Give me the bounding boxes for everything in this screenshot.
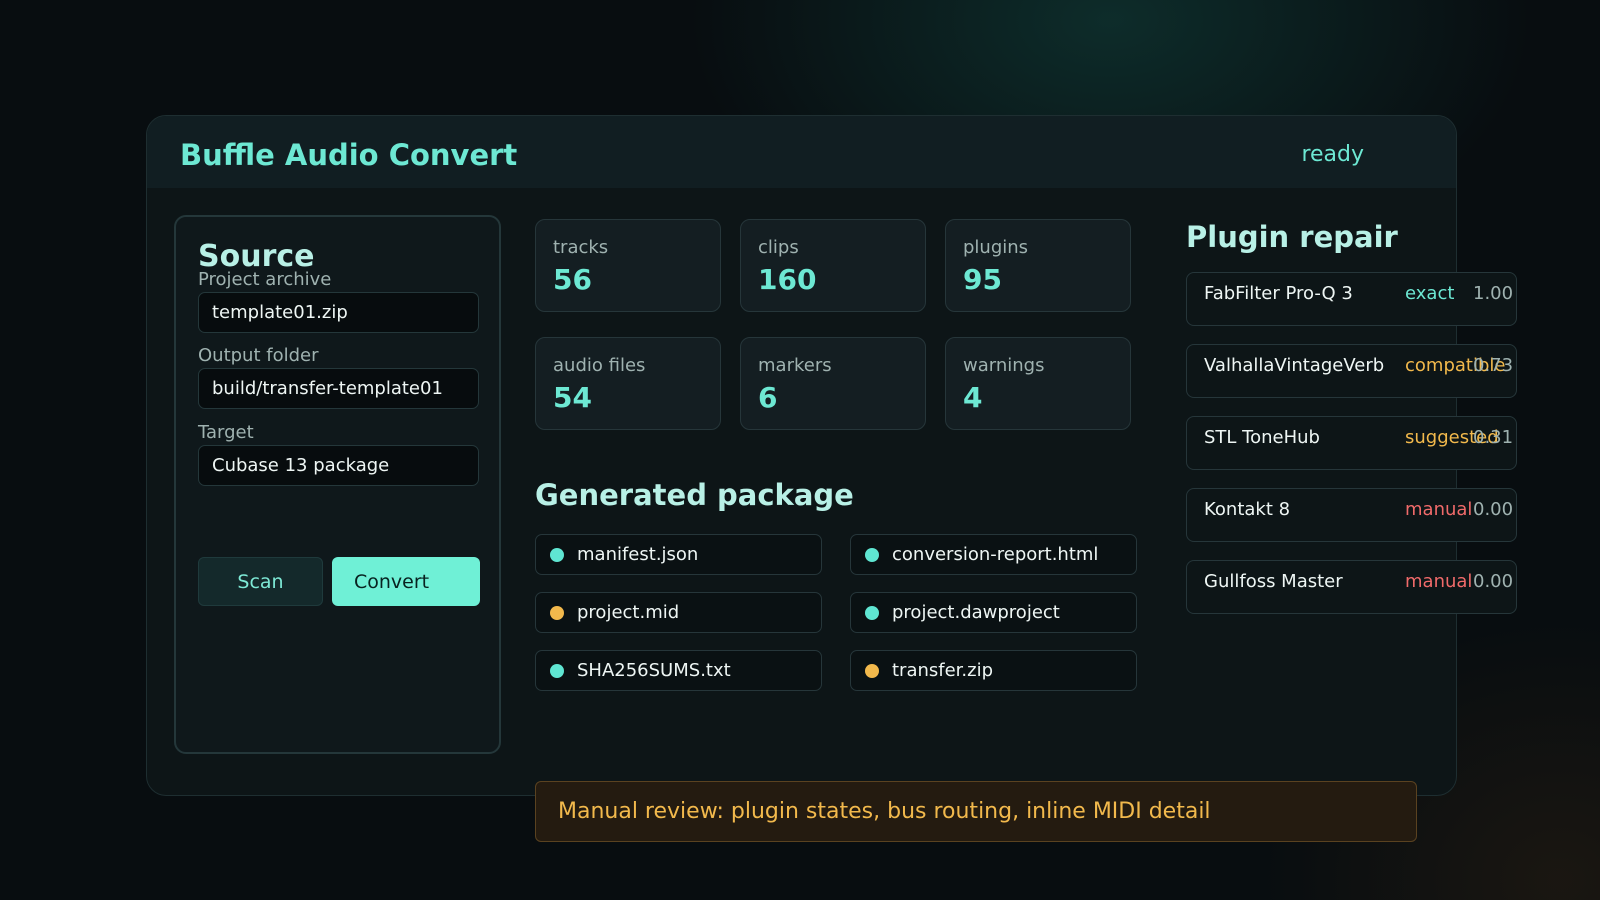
target-label: Target (198, 422, 254, 443)
stat-value: 56 (553, 263, 592, 296)
stat-card-audio-files: audio files 54 (535, 337, 721, 430)
file-item[interactable]: project.mid (535, 592, 822, 633)
manual-review-banner: Manual review: plugin states, bus routin… (535, 781, 1417, 842)
stat-value: 160 (758, 263, 817, 296)
status-indicator: ready (1301, 142, 1364, 167)
file-item[interactable]: conversion-report.html (850, 534, 1137, 575)
plugin-name: ValhallaVintageVerb (1204, 355, 1385, 376)
status-dot (550, 548, 564, 562)
plugin-name: Kontakt 8 (1204, 499, 1291, 520)
generated-package-title: Generated package (535, 478, 854, 512)
plugin-repair-title: Plugin repair (1186, 220, 1398, 254)
stat-label: warnings (963, 355, 1045, 376)
project-archive-label: Project archive (198, 269, 332, 290)
stat-label: markers (758, 355, 832, 376)
plugin-row[interactable]: Gullfoss Master manual 0.00 (1186, 560, 1517, 614)
file-name: manifest.json (577, 544, 699, 565)
status-dot (865, 548, 879, 562)
plugin-name: FabFilter Pro-Q 3 (1204, 283, 1353, 304)
source-panel: Source Project archive Output folder Tar… (174, 215, 501, 754)
file-item[interactable]: manifest.json (535, 534, 822, 575)
plugin-row[interactable]: Kontakt 8 manual 0.00 (1186, 488, 1517, 542)
output-folder-label: Output folder (198, 345, 319, 366)
status-dot (550, 606, 564, 620)
stat-card-markers: markers 6 (740, 337, 926, 430)
plugin-match-badge: exact (1405, 283, 1455, 304)
stat-value: 6 (758, 381, 778, 414)
file-item[interactable]: transfer.zip (850, 650, 1137, 691)
plugin-match-badge: manual (1405, 571, 1473, 592)
stat-label: plugins (963, 237, 1029, 258)
file-item[interactable]: SHA256SUMS.txt (535, 650, 822, 691)
target-input[interactable] (198, 445, 479, 486)
stat-card-tracks: tracks 56 (535, 219, 721, 312)
plugin-score: 1.00 (1473, 283, 1514, 304)
file-name: project.mid (577, 602, 680, 623)
stat-card-warnings: warnings 4 (945, 337, 1131, 430)
plugin-score: 0.00 (1473, 571, 1514, 592)
stat-label: clips (758, 237, 799, 258)
stat-label: audio files (553, 355, 646, 376)
plugin-score: 0.31 (1473, 427, 1514, 448)
manual-review-text: Manual review: plugin states, bus routin… (558, 799, 1211, 824)
output-folder-input[interactable] (198, 368, 479, 409)
title-bar: Buffle Audio Convert ready (147, 116, 1456, 188)
app-title: Buffle Audio Convert (180, 138, 518, 172)
convert-button[interactable]: Convert (332, 557, 480, 606)
status-dot (865, 606, 879, 620)
plugin-score: 0.73 (1473, 355, 1514, 376)
file-name: SHA256SUMS.txt (577, 660, 731, 681)
plugin-row[interactable]: ValhallaVintageVerb compatible 0.73 (1186, 344, 1517, 398)
file-item[interactable]: project.dawproject (850, 592, 1137, 633)
stat-value: 54 (553, 381, 592, 414)
file-name: conversion-report.html (892, 544, 1099, 565)
plugin-match-badge: manual (1405, 499, 1473, 520)
scan-button[interactable]: Scan (198, 557, 323, 606)
stat-card-plugins: plugins 95 (945, 219, 1131, 312)
stat-value: 4 (963, 381, 983, 414)
status-dot (865, 664, 879, 678)
plugin-name: Gullfoss Master (1204, 571, 1343, 592)
file-name: project.dawproject (892, 602, 1060, 623)
stat-value: 95 (963, 263, 1002, 296)
project-archive-input[interactable] (198, 292, 479, 333)
stat-label: tracks (553, 237, 609, 258)
status-dot (550, 664, 564, 678)
plugin-name: STL ToneHub (1204, 427, 1320, 448)
plugin-row[interactable]: STL ToneHub suggested 0.31 (1186, 416, 1517, 470)
plugin-score: 0.00 (1473, 499, 1514, 520)
file-name: transfer.zip (892, 660, 994, 681)
plugin-row[interactable]: FabFilter Pro-Q 3 exact 1.00 (1186, 272, 1517, 326)
stat-card-clips: clips 160 (740, 219, 926, 312)
